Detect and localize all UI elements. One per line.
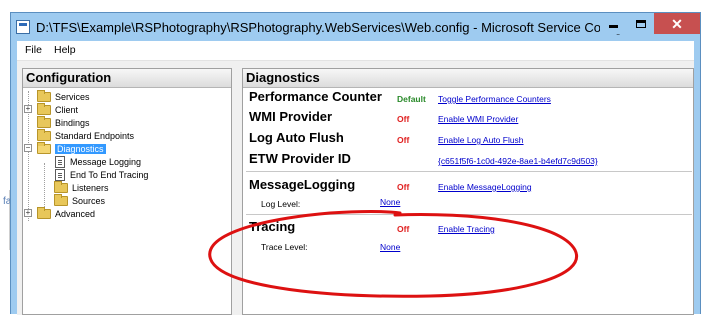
folder-icon bbox=[54, 193, 68, 206]
diagnostics-pane: Diagnostics Performance Counter Default … bbox=[242, 68, 694, 315]
app-icon bbox=[16, 20, 30, 34]
folder-icon bbox=[37, 102, 51, 115]
wmi-provider-label: WMI Provider bbox=[249, 109, 333, 124]
message-logging-status: Off bbox=[397, 182, 410, 192]
service-config-window: D:\TFS\Example\RSPhotography\RSPhotograp… bbox=[10, 12, 701, 315]
minimize-icon bbox=[609, 25, 618, 28]
enable-tracing-link[interactable]: Enable Tracing bbox=[438, 224, 495, 234]
tree-item-label: Client bbox=[55, 104, 79, 115]
trace-level-label: Trace Level: bbox=[261, 242, 308, 252]
tree-item-label: Sources bbox=[72, 195, 106, 206]
tree-item-label: End To End Tracing bbox=[70, 169, 149, 180]
title-bar[interactable]: D:\TFS\Example\RSPhotography\RSPhotograp… bbox=[11, 13, 700, 41]
message-logging-label: MessageLogging bbox=[249, 177, 356, 192]
tree-item-sources[interactable]: Sources bbox=[54, 193, 106, 207]
log-auto-flush-label: Log Auto Flush bbox=[249, 130, 344, 145]
tree-item-end-to-end-tracing[interactable]: End To End Tracing bbox=[53, 168, 148, 181]
enable-wmi-provider-link[interactable]: Enable WMI Provider bbox=[438, 114, 518, 124]
tree-item-label: Standard Endpoints bbox=[55, 130, 135, 141]
performance-counter-label: Performance Counter bbox=[249, 89, 382, 104]
log-level-label: Log Level: bbox=[261, 199, 301, 209]
wmi-provider-status: Off bbox=[397, 114, 410, 124]
etw-provider-label: ETW Provider ID bbox=[249, 151, 351, 166]
tree-item-label: Message Logging bbox=[70, 156, 142, 167]
diagnostics-header: Diagnostics bbox=[243, 69, 693, 88]
tree-item-label: Advanced bbox=[55, 208, 96, 219]
expand-client-button[interactable]: + bbox=[24, 105, 32, 113]
folder-icon bbox=[37, 115, 51, 128]
menu-help[interactable]: Help bbox=[54, 44, 76, 56]
window-controls: ✕ bbox=[600, 13, 700, 34]
expand-advanced-button[interactable]: + bbox=[24, 209, 32, 217]
tree-item-message-logging[interactable]: Message Logging bbox=[53, 155, 141, 168]
folder-icon bbox=[54, 180, 68, 193]
trace-level-value-link[interactable]: None bbox=[380, 242, 400, 252]
tree-item-label: Services bbox=[55, 91, 90, 102]
section-divider bbox=[246, 171, 692, 172]
tree-guide-line bbox=[44, 163, 45, 209]
menu-file[interactable]: File bbox=[25, 44, 42, 56]
menu-bar: File Help bbox=[17, 41, 694, 61]
minimize-button[interactable] bbox=[600, 13, 627, 34]
document-icon bbox=[55, 168, 65, 181]
maximize-icon bbox=[635, 19, 646, 28]
performance-counter-status: Default bbox=[397, 94, 426, 104]
collapse-diagnostics-button[interactable]: − bbox=[24, 144, 32, 152]
configuration-header: Configuration bbox=[23, 69, 231, 88]
client-area: File Help Configuration Services + Clien… bbox=[17, 41, 694, 315]
configuration-pane: Configuration Services + Client Bindings bbox=[22, 68, 232, 315]
tree-item-label: Listeners bbox=[72, 182, 109, 193]
folder-icon bbox=[37, 128, 51, 141]
document-icon bbox=[55, 155, 65, 168]
enable-message-logging-link[interactable]: Enable MessageLogging bbox=[438, 182, 532, 192]
tree-item-listeners[interactable]: Listeners bbox=[54, 180, 109, 194]
folder-icon bbox=[37, 206, 51, 219]
tree-item-standard-endpoints[interactable]: Standard Endpoints bbox=[37, 128, 135, 142]
toggle-performance-counters-link[interactable]: Toggle Performance Counters bbox=[438, 94, 551, 104]
tree-item-advanced[interactable]: Advanced bbox=[37, 206, 96, 220]
maximize-button[interactable] bbox=[627, 13, 654, 34]
close-icon: ✕ bbox=[671, 15, 683, 32]
log-level-value-link[interactable]: None bbox=[380, 197, 400, 207]
log-auto-flush-status: Off bbox=[397, 135, 410, 145]
enable-log-auto-flush-link[interactable]: Enable Log Auto Flush bbox=[438, 135, 524, 145]
tree-item-services[interactable]: Services bbox=[37, 89, 90, 103]
tracing-label: Tracing bbox=[249, 219, 296, 234]
window-title: D:\TFS\Example\RSPhotography\RSPhotograp… bbox=[36, 20, 659, 35]
tree-item-label: Diagnostics bbox=[55, 143, 106, 154]
open-folder-icon bbox=[37, 141, 51, 154]
tree-item-client[interactable]: Client bbox=[37, 102, 79, 116]
tree-item-label: Bindings bbox=[55, 117, 90, 128]
etw-provider-id-link[interactable]: {c651f5f6-1c0d-492e-8ae1-b4efd7c9d503} bbox=[438, 156, 598, 166]
close-button[interactable]: ✕ bbox=[654, 13, 700, 34]
tree-item-diagnostics[interactable]: Diagnostics bbox=[37, 141, 106, 155]
tree-item-bindings[interactable]: Bindings bbox=[37, 115, 90, 129]
tracing-status: Off bbox=[397, 224, 410, 234]
section-divider bbox=[246, 214, 692, 215]
folder-icon bbox=[37, 89, 51, 102]
